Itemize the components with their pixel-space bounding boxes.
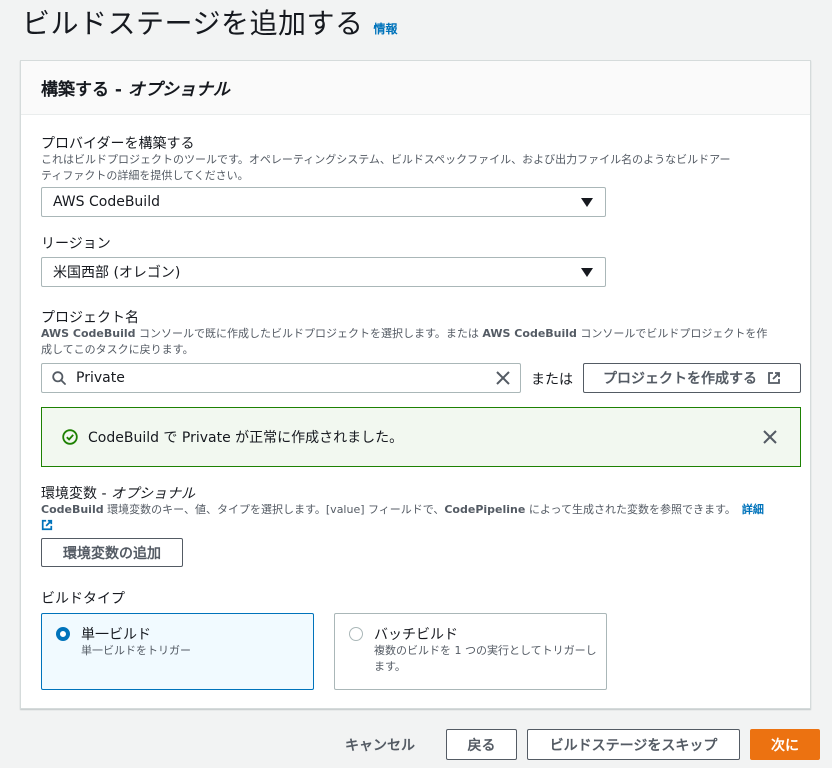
build-type-batch-tile[interactable]: バッチビルド 複数のビルドを 1 つの実行としてトリガーします。: [334, 613, 607, 690]
page-header: ビルドステージを追加する 情報: [22, 2, 397, 42]
panel-title-main: 構築する -: [41, 80, 128, 100]
desc-codebuild-2: AWS CodeBuild: [482, 327, 577, 340]
build-panel: 構築する - オプショナル プロバイダーを構築する これはビルドプロジェクトのツ…: [20, 60, 811, 709]
add-env-var-button[interactable]: 環境変数の追加: [41, 538, 183, 567]
alert-text-1: CodeBuild: [88, 430, 159, 446]
search-icon: [52, 371, 66, 385]
radio-selected[interactable]: [56, 627, 70, 641]
panel-title: 構築する - オプショナル: [41, 75, 230, 100]
env-vars-label-optional: オプショナル: [110, 486, 195, 502]
tile-title-single: 単一ビルド: [81, 627, 151, 643]
desc-text-1: コンソールで既に作成したビルドプロジェクトを選択します。または: [135, 327, 483, 340]
page-title: ビルドステージを追加する: [22, 7, 364, 40]
clear-icon[interactable]: [494, 369, 512, 387]
caret-down-icon: [581, 198, 593, 207]
build-type-single-tile[interactable]: 単一ビルド 単一ビルドをトリガー: [41, 613, 314, 690]
or-text: または: [531, 372, 573, 388]
provider-select-value: AWS CodeBuild: [53, 194, 160, 210]
external-link-icon: [768, 372, 780, 384]
env-vars-description: CodeBuild 環境変数のキー、値、タイプを選択します。[value] フィ…: [41, 502, 796, 536]
region-select-value: 米国西部 (オレゴン): [53, 265, 181, 281]
cancel-button[interactable]: キャンセル: [330, 729, 430, 760]
alert-message: CodeBuild で Private が正常に作成されました。: [88, 427, 403, 447]
success-alert: CodeBuild で Private が正常に作成されました。: [41, 407, 801, 467]
provider-label: プロバイダーを構築する: [41, 136, 195, 152]
add-env-var-label: 環境変数の追加: [63, 545, 161, 562]
back-button[interactable]: 戻る: [446, 729, 517, 760]
provider-description-line1: これはビルドプロジェクトのツールです。オペレーティングシステム、ビルドスペックフ…: [41, 153, 731, 166]
provider-select[interactable]: AWS CodeBuild: [41, 187, 606, 217]
panel-header: 構築する - オプショナル: [21, 61, 810, 115]
info-link[interactable]: 情報: [373, 20, 397, 37]
caret-down-icon: [581, 268, 593, 277]
desc-text-2: コンソールでビルドプロジェクトを作: [576, 327, 768, 340]
env-desc-text-1: 環境変数のキー、値、タイプを選択します。[value] フィールドで、: [103, 503, 445, 516]
tile-title-batch: バッチビルド: [374, 627, 458, 643]
project-label: プロジェクト名: [41, 310, 139, 326]
alert-text-3: Private: [181, 430, 231, 446]
close-icon[interactable]: [762, 429, 778, 445]
region-select[interactable]: 米国西部 (オレゴン): [41, 257, 606, 287]
env-vars-label: 環境変数 - オプショナル: [41, 483, 195, 503]
env-desc-codepipeline: CodePipeline: [444, 503, 526, 516]
tile-desc-single: 単一ビルドをトリガー: [81, 644, 191, 657]
external-link-icon[interactable]: [41, 519, 53, 531]
create-project-label: プロジェクトを作成する: [603, 371, 757, 387]
project-search-value: Private: [76, 370, 125, 386]
env-desc-codebuild: CodeBuild: [41, 503, 104, 516]
provider-description: これはビルドプロジェクトのツールです。オペレーティングシステム、ビルドスペックフ…: [41, 152, 730, 184]
alert-text-2: で: [158, 430, 182, 446]
skip-build-stage-button[interactable]: ビルドステージをスキップ: [527, 729, 740, 760]
check-circle-icon: [62, 429, 78, 445]
desc-codebuild-1: AWS CodeBuild: [41, 327, 136, 340]
env-vars-label-main: 環境変数 -: [41, 486, 111, 502]
radio-unselected[interactable]: [349, 627, 363, 641]
panel-title-optional: オプショナル: [127, 80, 230, 100]
alert-text-4: が正常に作成されました。: [230, 430, 404, 446]
next-button[interactable]: 次に: [750, 729, 820, 760]
project-description: AWS CodeBuild コンソールで既に作成したビルドプロジェクトを選択しま…: [41, 326, 767, 358]
provider-description-line2: ティファクトの詳細を提供してください。: [41, 169, 249, 182]
project-description-line2: 成してこのタスクに戻ります。: [41, 343, 194, 356]
region-label: リージョン: [41, 236, 111, 252]
tile-desc-batch: 複数のビルドを 1 つの実行としてトリガーします。: [374, 644, 597, 673]
env-desc-text-2: によって生成された変数を参照できます。: [525, 503, 736, 516]
build-type-label: ビルドタイプ: [41, 591, 125, 607]
create-project-button[interactable]: プロジェクトを作成する: [583, 363, 801, 393]
details-link[interactable]: 詳細: [742, 503, 764, 516]
project-search-input[interactable]: Private: [41, 363, 521, 393]
